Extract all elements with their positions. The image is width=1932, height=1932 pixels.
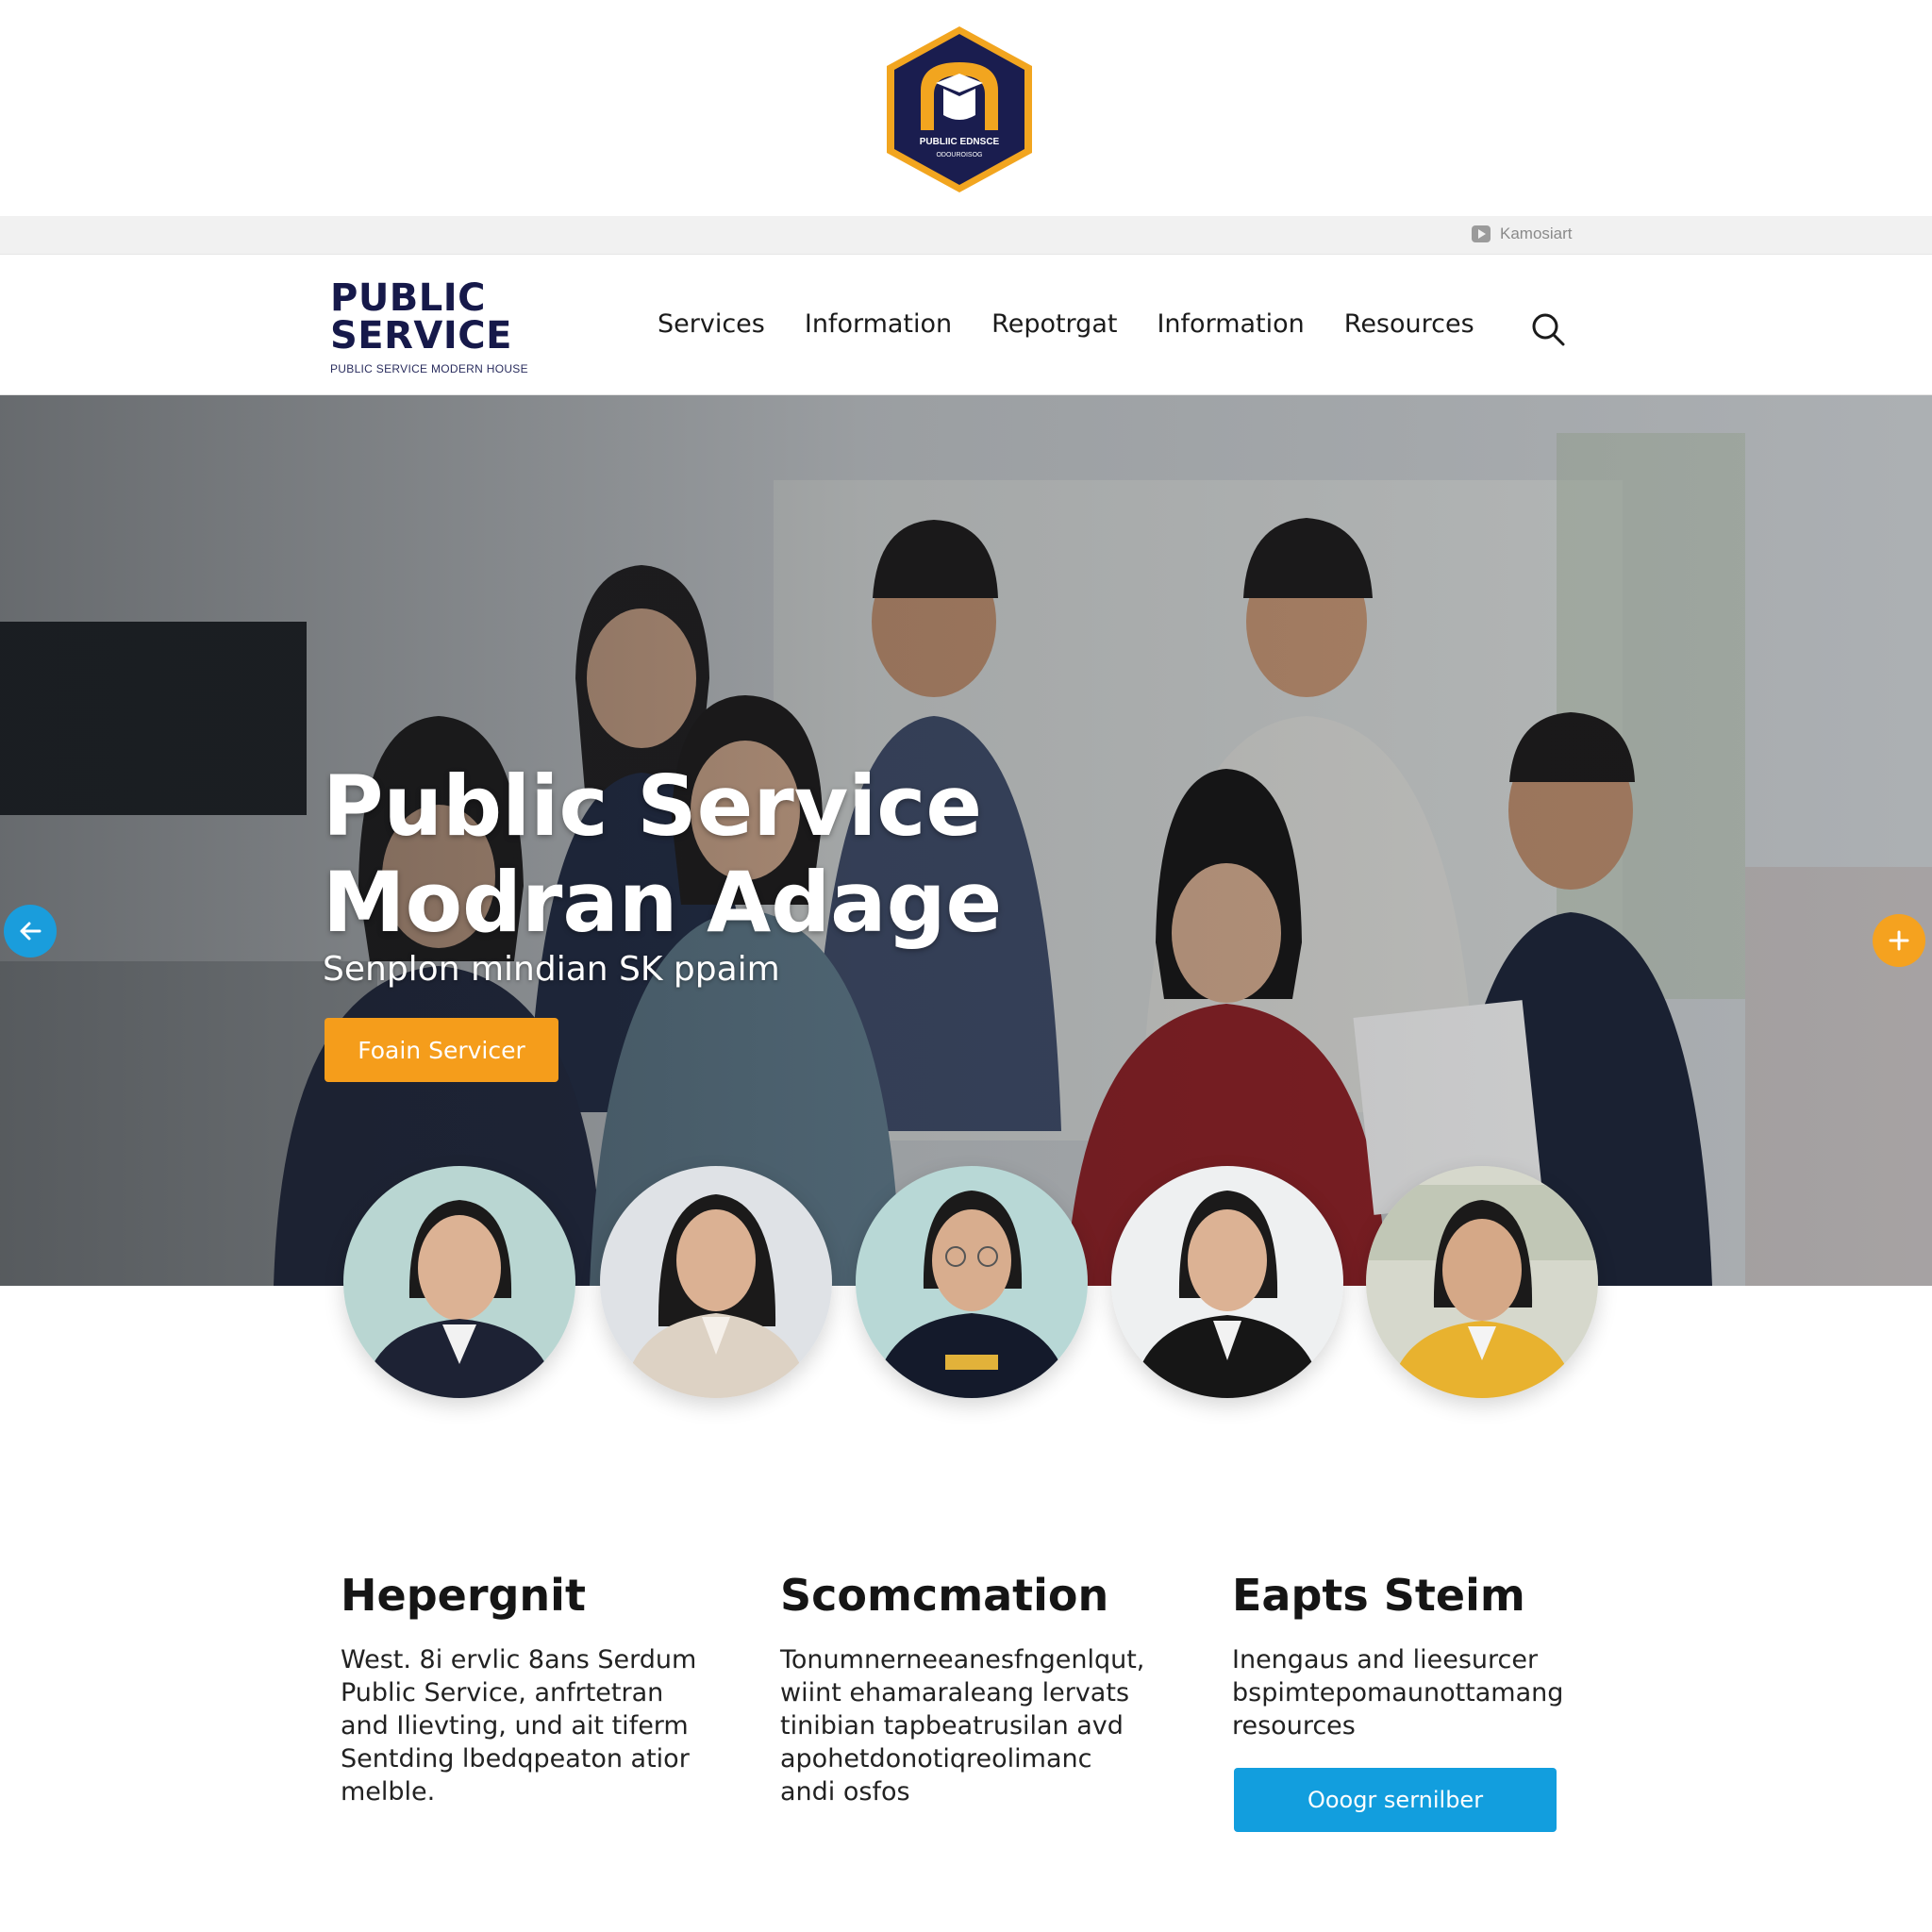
carousel-next-button[interactable] <box>1873 914 1925 967</box>
feature-text-line: Sentding lbedqpeaton atior <box>341 1744 690 1774</box>
hero-title: Public Service Modran Adage <box>323 758 1002 951</box>
feature-column-2: Scomcmation Tonumnerneeanesfngenlqut, wi… <box>780 1570 1144 1808</box>
feature-text-line: tinibian tapbeatrusilan avd <box>780 1711 1124 1740</box>
brand-logo[interactable]: PUBLIC SERVICE PUBLIC SERVICE MODERN HOU… <box>330 279 528 375</box>
hero-title-line-1: Public Service <box>323 758 983 855</box>
feature-text-line: Inengaus and lieesurcer <box>1232 1645 1539 1674</box>
utility-link[interactable]: Kamosiart <box>1472 225 1573 243</box>
feature-column-3: Eapts Steim Inengaus and lieesurcer bspi… <box>1232 1570 1563 1742</box>
hero-subtitle: Senplon mindian SK ppaim <box>323 950 780 989</box>
brand-line-1: PUBLIC <box>330 276 487 320</box>
feature-text-line: Public Service, anfrtetran <box>341 1678 664 1707</box>
portrait-photo <box>1366 1166 1598 1398</box>
feature-resources-button[interactable]: Ooogr sernilber <box>1234 1768 1557 1832</box>
hero-title-line-2: Modran Adage <box>323 854 1003 951</box>
feature-title: Hepergnit <box>341 1570 586 1621</box>
play-icon <box>1472 225 1491 242</box>
team-portrait[interactable] <box>1366 1166 1598 1398</box>
feature-column-1: Hepergnit West. 8i ervlic 8ans Serdum Pu… <box>341 1570 696 1808</box>
feature-text-line: resources <box>1232 1711 1356 1740</box>
team-portraits <box>0 1166 1932 1402</box>
team-portrait[interactable] <box>600 1166 832 1398</box>
site-header: PUBLIC SERVICE PUBLIC SERVICE MODERN HOU… <box>0 255 1932 395</box>
plus-icon <box>1889 930 1909 951</box>
search-icon[interactable] <box>1530 311 1566 347</box>
hero-banner: Public Service Modran Adage Senplon mind… <box>0 395 1932 1286</box>
feature-text-line: and Ilievting, und ait tiferm <box>341 1711 689 1740</box>
nav-item-resources[interactable]: Resources <box>1344 309 1474 339</box>
portrait-photo <box>856 1166 1088 1398</box>
feature-text-line: wiint ehamaraleang lervats <box>780 1678 1130 1707</box>
portrait-photo <box>1111 1166 1343 1398</box>
portrait-photo <box>343 1166 575 1398</box>
svg-text:ODOUROISOG: ODOUROISOG <box>936 152 982 158</box>
hero-cta-button[interactable]: Foain Servicer <box>325 1018 558 1082</box>
svg-text:PUBLIIC EDNSCE: PUBLIIC EDNSCE <box>920 137 1000 147</box>
feature-title: Eapts Steim <box>1232 1570 1525 1621</box>
feature-description: Tonumnerneeanesfngenlqut, wiint ehamaral… <box>780 1643 1144 1808</box>
nav-item-services[interactable]: Services <box>658 309 765 339</box>
nav-item-reports[interactable]: Repotrgat <box>991 309 1117 339</box>
nav-item-information[interactable]: Information <box>805 309 952 339</box>
feature-text-line: West. 8i ervlic 8ans Serdum <box>341 1645 697 1674</box>
feature-title: Scomcmation <box>780 1570 1109 1621</box>
feature-text-line: bspimtepomaunottamang <box>1232 1678 1564 1707</box>
feature-description: West. 8i ervlic 8ans Serdum Public Servi… <box>341 1643 696 1808</box>
utility-bar: Kamosiart <box>0 216 1932 255</box>
feature-text-line: andi osfos <box>780 1777 910 1807</box>
team-portrait[interactable] <box>856 1166 1088 1398</box>
arrow-left-icon <box>20 922 42 941</box>
brand-line-2: SERVICE <box>330 314 512 358</box>
feature-text-line: Tonumnerneeanesfngenlqut, <box>780 1645 1145 1674</box>
portrait-photo <box>600 1166 832 1398</box>
feature-text-line: melble. <box>341 1777 436 1807</box>
brand-tagline: PUBLIC SERVICE MODERN HOUSE <box>330 362 528 375</box>
team-portrait[interactable] <box>343 1166 575 1398</box>
feature-text-line: apohetdonotiqreolimanc <box>780 1744 1092 1774</box>
main-nav: Services Information Repotrgat Informati… <box>658 309 1474 339</box>
utility-link-label: Kamosiart <box>1500 225 1573 242</box>
team-portrait[interactable] <box>1111 1166 1343 1398</box>
carousel-prev-button[interactable] <box>4 905 57 958</box>
feature-description: Inengaus and lieesurcer bspimtepomaunott… <box>1232 1643 1563 1742</box>
organization-emblem: PUBLIIC EDNSCE ODOUROISOG <box>887 26 1032 192</box>
nav-item-information-2[interactable]: Information <box>1157 309 1304 339</box>
